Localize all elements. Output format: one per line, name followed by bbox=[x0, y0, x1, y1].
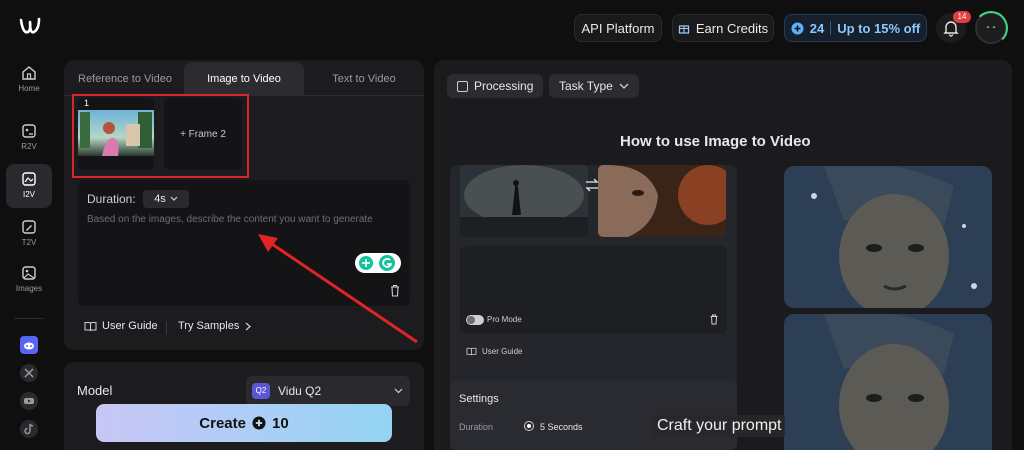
book-icon bbox=[466, 347, 477, 356]
chevron-down-icon bbox=[619, 83, 629, 89]
processing-label: Processing bbox=[474, 79, 534, 93]
checkbox-icon bbox=[457, 80, 468, 92]
task-type-dropdown[interactable]: Task Type bbox=[549, 74, 639, 98]
pro-mode-toggle[interactable] bbox=[466, 315, 484, 325]
i2v-icon bbox=[22, 172, 36, 186]
try-samples-link[interactable]: Try Samples bbox=[178, 320, 252, 332]
sidebar-item-images[interactable]: Images bbox=[6, 258, 52, 302]
user-guide-label: User Guide bbox=[102, 320, 158, 332]
api-platform-label: API Platform bbox=[581, 20, 655, 36]
demo-image-face bbox=[598, 165, 726, 237]
warrior-portrait-image bbox=[784, 314, 992, 450]
t2v-icon bbox=[22, 220, 36, 234]
home-icon bbox=[22, 66, 36, 80]
demo-figure-image bbox=[460, 165, 588, 237]
offer-label: Up to 15% off bbox=[837, 20, 921, 36]
create-label: Create bbox=[199, 414, 246, 432]
sidebar-item-label: Home bbox=[18, 84, 40, 93]
tab-reference-to-video[interactable]: Reference to Video bbox=[66, 62, 184, 96]
gift-icon bbox=[678, 25, 689, 34]
x-twitter-icon[interactable] bbox=[20, 364, 38, 382]
notification-badge: 14 bbox=[953, 11, 971, 23]
duration-select[interactable]: 4s bbox=[143, 190, 189, 208]
settings-label: Settings bbox=[459, 393, 499, 405]
settings-duration-value: 5 Seconds bbox=[540, 422, 583, 432]
create-cost: 10 bbox=[272, 414, 289, 432]
youtube-icon[interactable] bbox=[20, 392, 38, 410]
sidebar-item-label: Images bbox=[15, 284, 43, 293]
add-frame-2-button[interactable]: + Frame 2 bbox=[164, 98, 242, 170]
credits-count: 24 bbox=[809, 20, 825, 36]
frame-index: 1 bbox=[84, 98, 90, 108]
sidebar-item-i2v[interactable]: I2V bbox=[6, 164, 52, 208]
api-platform-button[interactable]: API Platform bbox=[574, 14, 662, 42]
user-guide-link[interactable]: User Guide bbox=[84, 320, 158, 332]
demo-image-figure bbox=[460, 165, 588, 237]
model-select[interactable]: Q2 Vidu Q2 bbox=[246, 376, 410, 406]
credit-plus-icon bbox=[791, 22, 804, 34]
avatar[interactable]: - - bbox=[974, 11, 1008, 45]
avatar-text: - - bbox=[986, 22, 996, 33]
tab-label: Reference to Video bbox=[78, 73, 172, 85]
pro-mode-label: Pro Mode bbox=[487, 315, 522, 324]
tab-text-to-video[interactable]: Text to Video bbox=[304, 62, 424, 96]
sidebar: Home R2V I2V T2V Images bbox=[0, 0, 58, 450]
sidebar-item-t2v[interactable]: T2V bbox=[6, 212, 52, 256]
discord-icon[interactable] bbox=[20, 336, 38, 354]
earn-credits-label: Earn Credits bbox=[695, 20, 769, 36]
frame-2-label: + Frame 2 bbox=[180, 128, 226, 140]
model-value: Vidu Q2 bbox=[278, 384, 322, 398]
warrior-image-top bbox=[784, 166, 992, 308]
trash-icon bbox=[710, 314, 718, 325]
prompt-placeholder[interactable]: Based on the images, describe the conten… bbox=[87, 214, 397, 225]
sidebar-item-label: T2V bbox=[21, 238, 37, 247]
frame-1-image bbox=[78, 98, 154, 170]
create-button[interactable]: Create 10 bbox=[96, 404, 392, 442]
credits-offer-button[interactable]: 24 Up to 15% off bbox=[784, 14, 927, 42]
sidebar-divider bbox=[14, 318, 44, 319]
vidu-logo[interactable] bbox=[18, 14, 42, 38]
radio-icon bbox=[524, 421, 534, 431]
images-icon bbox=[22, 266, 36, 280]
tab-label: Image to Video bbox=[207, 73, 281, 85]
duration-label: Duration: bbox=[87, 192, 136, 206]
earn-credits-button[interactable]: Earn Credits bbox=[672, 14, 774, 42]
processing-filter[interactable]: Processing bbox=[447, 74, 544, 98]
try-samples-label: Try Samples bbox=[178, 320, 240, 332]
model-label: Model bbox=[77, 383, 113, 398]
model-badge-icon: Q2 bbox=[252, 383, 270, 399]
pill-divider bbox=[830, 21, 832, 35]
frame-1-thumbnail[interactable]: 1 bbox=[78, 98, 154, 170]
task-type-label: Task Type bbox=[559, 79, 613, 93]
demo-user-guide-label: User Guide bbox=[482, 347, 523, 356]
warrior-portrait-image bbox=[784, 166, 992, 308]
sidebar-item-home[interactable]: Home bbox=[6, 58, 52, 102]
demo-user-guide-link: User Guide bbox=[466, 347, 522, 356]
chevron-down-icon bbox=[394, 388, 403, 394]
sidebar-item-label: R2V bbox=[21, 142, 37, 151]
link-divider bbox=[166, 321, 167, 335]
sidebar-item-r2v[interactable]: R2V bbox=[6, 116, 52, 160]
annotation-arrow bbox=[258, 234, 418, 344]
r2v-icon bbox=[22, 124, 36, 138]
book-icon bbox=[84, 321, 97, 331]
swap-icon[interactable] bbox=[584, 178, 600, 192]
tutorial-heading: How to use Image to Video bbox=[620, 133, 811, 150]
sidebar-item-label: I2V bbox=[22, 190, 35, 199]
demo-face-image bbox=[598, 165, 726, 237]
settings-duration-label: Duration bbox=[459, 422, 494, 432]
duration-value: 4s bbox=[154, 193, 166, 205]
credit-plus-icon bbox=[252, 416, 266, 430]
chevron-down-icon bbox=[170, 196, 178, 201]
tutorial-caption: Craft your prompt bbox=[653, 415, 786, 437]
tab-image-to-video[interactable]: Image to Video bbox=[184, 62, 304, 96]
warrior-image-bottom bbox=[784, 314, 992, 450]
tiktok-icon[interactable] bbox=[20, 420, 38, 438]
tab-label: Text to Video bbox=[332, 73, 396, 85]
